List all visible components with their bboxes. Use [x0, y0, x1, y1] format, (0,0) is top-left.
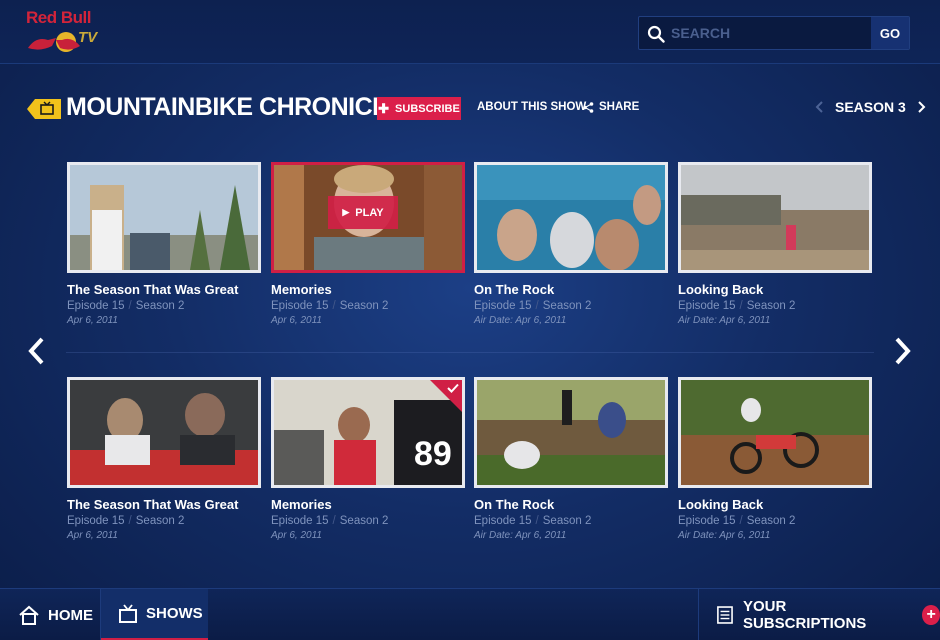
play-button[interactable]: ▶ PLAY: [328, 196, 398, 229]
episode-date: Apr 6, 2011: [271, 530, 322, 541]
episode-thumbnail[interactable]: [678, 162, 872, 273]
episode-title: Looking Back: [678, 282, 764, 297]
home-icon: [19, 605, 39, 625]
episode-meta: Episode 15/Season 2: [271, 515, 389, 527]
share-link[interactable]: SHARE: [583, 101, 639, 113]
episode-date: Air Date: Apr 6, 2011: [678, 315, 771, 326]
go-button[interactable]: GO: [871, 17, 909, 49]
row-divider: [66, 352, 874, 353]
top-bar: Red Bull TV GO: [0, 0, 940, 64]
nav-shows[interactable]: SHOWS: [101, 589, 208, 640]
episode-thumbnail[interactable]: [474, 162, 668, 273]
bulls-logo-icon: [28, 32, 80, 52]
tv-icon: [119, 603, 137, 623]
episode-date: Air Date: Apr 6, 2011: [474, 530, 567, 541]
episode-season: Season 2: [135, 300, 185, 312]
bottom-nav: HOME SHOWS YOUR SUBSCRIPTIONS +: [0, 588, 940, 640]
chevron-right-icon[interactable]: [916, 100, 926, 114]
episode-meta: Episode 15/Season 2: [271, 300, 389, 312]
episode-number: Episode 15: [678, 300, 736, 312]
share-icon: [583, 101, 594, 113]
nav-home[interactable]: HOME: [0, 589, 101, 640]
episode-thumbnail[interactable]: [67, 162, 261, 273]
red-bull-tv-logo[interactable]: Red Bull TV: [26, 8, 102, 56]
episode-tile[interactable]: Looking Back Episode 15/Season 2 Air Dat…: [678, 162, 872, 326]
search-icon: [647, 25, 665, 43]
episode-season: Season 2: [746, 515, 796, 527]
episode-season: Season 2: [339, 515, 389, 527]
show-title: MOUNTAINBIKE CHRONICLES: [66, 93, 420, 121]
episode-meta: Episode 15/Season 2: [474, 300, 592, 312]
plus-icon: ✚: [378, 100, 390, 116]
play-icon: ▶: [342, 207, 350, 217]
nav-shows-label: SHOWS: [146, 605, 203, 622]
episode-title: Looking Back: [678, 497, 764, 512]
logo-brand-name: Red Bull: [26, 8, 91, 27]
episode-tile-watched[interactable]: 89 Memories Episode 15/Season 2 Apr 6, 2…: [271, 377, 465, 541]
episode-number: Episode 15: [271, 300, 329, 312]
episode-title: The Season That Was Great: [67, 497, 239, 512]
episode-date: Apr 6, 2011: [67, 530, 118, 541]
episode-date: Air Date: Apr 6, 2011: [474, 315, 567, 326]
nav-subscriptions-label: YOUR SUBSCRIPTIONS: [742, 598, 867, 632]
episode-season: Season 2: [746, 300, 796, 312]
episode-title: The Season That Was Great: [67, 282, 239, 297]
episode-meta: Episode 15/Season 2: [67, 515, 185, 527]
episode-title: Memories: [271, 497, 332, 512]
plus-icon[interactable]: +: [922, 605, 940, 625]
episode-number: Episode 15: [474, 515, 532, 527]
episode-tile[interactable]: Looking Back Episode 15/Season 2 Air Dat…: [678, 377, 872, 541]
season-label: SEASON 3: [835, 99, 906, 115]
carousel-prev-icon[interactable]: [26, 336, 48, 366]
episode-number: Episode 15: [67, 515, 125, 527]
episode-date: Air Date: Apr 6, 2011: [678, 530, 771, 541]
search-input[interactable]: [671, 19, 871, 47]
episode-thumbnail[interactable]: [67, 377, 261, 488]
episode-tile[interactable]: The Season That Was Great Episode 15/Sea…: [67, 377, 261, 541]
nav-home-label: HOME: [48, 606, 93, 624]
episode-tile[interactable]: On The Rock Episode 15/Season 2 Air Date…: [474, 162, 668, 326]
carousel-next-icon[interactable]: [891, 336, 913, 366]
episode-date: Apr 6, 2011: [271, 315, 322, 326]
episode-tile[interactable]: The Season That Was Great Episode 15/Sea…: [67, 162, 261, 326]
episode-meta: Episode 15/Season 2: [678, 515, 796, 527]
episode-number: Episode 15: [678, 515, 736, 527]
episode-thumbnail[interactable]: [474, 377, 668, 488]
episode-meta: Episode 15/Season 2: [67, 300, 185, 312]
episode-thumbnail[interactable]: 89: [271, 377, 465, 488]
svg-text:89: 89: [414, 435, 452, 473]
episode-date: Apr 6, 2011: [67, 315, 118, 326]
share-label: SHARE: [599, 101, 640, 113]
episode-tile[interactable]: On The Rock Episode 15/Season 2 Air Date…: [474, 377, 668, 541]
episode-tile-active[interactable]: ▶ PLAY Memories Episode 15/Season 2 Apr …: [271, 162, 465, 326]
episode-number: Episode 15: [474, 300, 532, 312]
episode-season: Season 2: [542, 515, 592, 527]
episode-season: Season 2: [542, 300, 592, 312]
episode-title: Memories: [271, 282, 332, 297]
episode-season: Season 2: [339, 300, 389, 312]
subscribe-button[interactable]: ✚ SUBSCRIBE: [377, 97, 461, 120]
episode-thumbnail[interactable]: ▶ PLAY: [271, 162, 465, 273]
list-icon: [717, 606, 733, 624]
episode-meta: Episode 15/Season 2: [474, 515, 592, 527]
show-header: MOUNTAINBIKE CHRONICLES ✚ SUBSCRIBE ABOU…: [0, 90, 940, 128]
tv-icon: [27, 99, 61, 119]
search-box: GO: [638, 16, 910, 50]
episode-meta: Episode 15/Season 2: [678, 300, 796, 312]
episode-title: On The Rock: [474, 497, 555, 512]
episode-title: On The Rock: [474, 282, 555, 297]
play-label: PLAY: [355, 206, 384, 219]
nav-subscriptions[interactable]: YOUR SUBSCRIPTIONS +: [698, 589, 940, 640]
episode-number: Episode 15: [271, 515, 329, 527]
chevron-left-icon[interactable]: [815, 100, 825, 114]
episode-number: Episode 15: [67, 300, 125, 312]
logo-tv: TV: [78, 29, 98, 46]
episode-season: Season 2: [135, 515, 185, 527]
episode-thumbnail[interactable]: [678, 377, 872, 488]
subscribe-label: SUBSCRIBE: [395, 102, 460, 115]
season-selector: SEASON 3: [815, 99, 926, 115]
checkmark-icon: [447, 383, 459, 393]
about-this-show-link[interactable]: ABOUT THIS SHOW: [477, 101, 586, 113]
